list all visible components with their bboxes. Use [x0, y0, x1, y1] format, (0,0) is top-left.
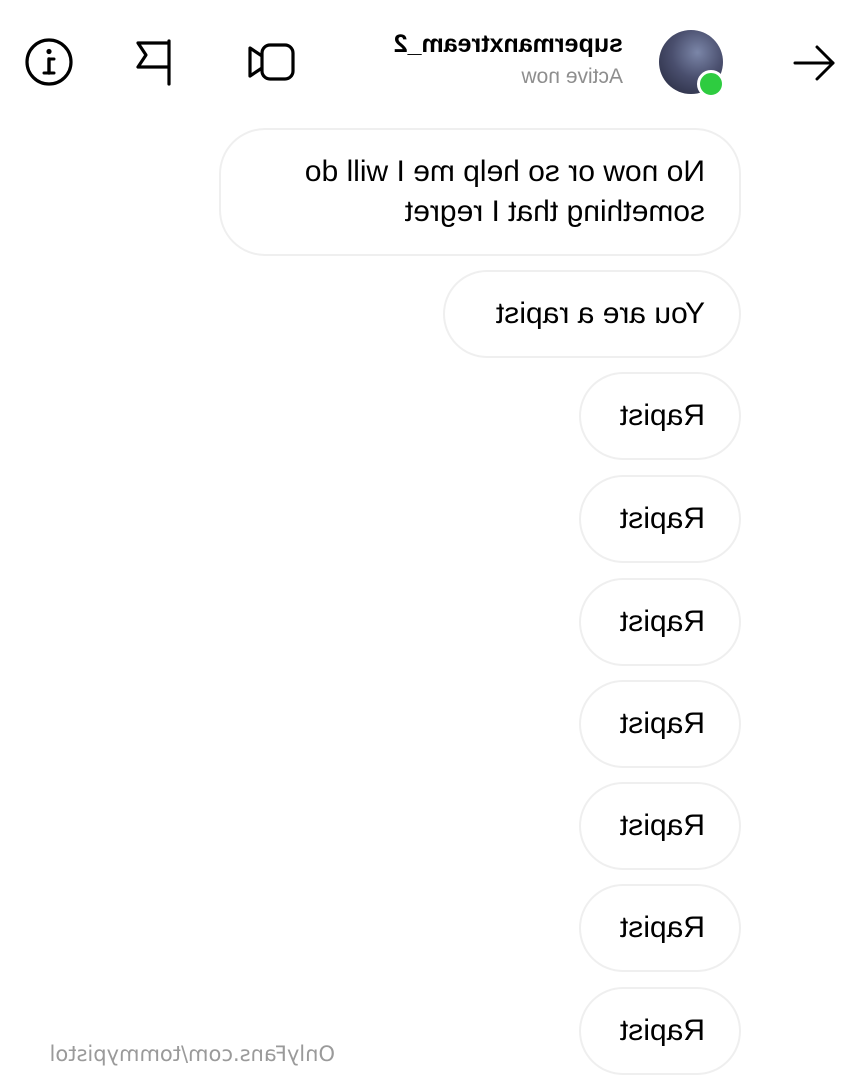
- message-bubble[interactable]: Rapist: [579, 578, 741, 666]
- online-status-dot: [697, 70, 725, 98]
- active-status-label: Active now: [521, 65, 623, 88]
- message-bubble[interactable]: Rapist: [579, 372, 741, 460]
- watermark-text: OnlyFans.com/tommypistol: [49, 1042, 335, 1066]
- info-icon[interactable]: [23, 36, 75, 88]
- message-bubble[interactable]: Rapist: [579, 680, 741, 768]
- conversation-title[interactable]: supermanxtream_2 Active now: [323, 28, 623, 92]
- chat-header: supermanxtream_2 Active now: [0, 0, 863, 120]
- username-label: supermanxtream_2: [393, 30, 623, 58]
- message-bubble[interactable]: No now or so help me I will do something…: [219, 128, 741, 256]
- message-bubble[interactable]: Rapist: [579, 884, 741, 972]
- message-bubble[interactable]: Rapist: [579, 475, 741, 563]
- avatar[interactable]: [659, 30, 725, 98]
- message-bubble[interactable]: You are a rapist: [443, 270, 741, 358]
- message-bubble[interactable]: Rapist: [579, 782, 741, 870]
- arrow-left-icon[interactable]: [791, 40, 837, 86]
- message-bubble[interactable]: Rapist: [579, 987, 741, 1075]
- video-call-icon[interactable]: [245, 36, 297, 88]
- flag-icon[interactable]: [128, 36, 180, 88]
- chat-screen: supermanxtream_2 Active now No now or so…: [0, 0, 863, 1079]
